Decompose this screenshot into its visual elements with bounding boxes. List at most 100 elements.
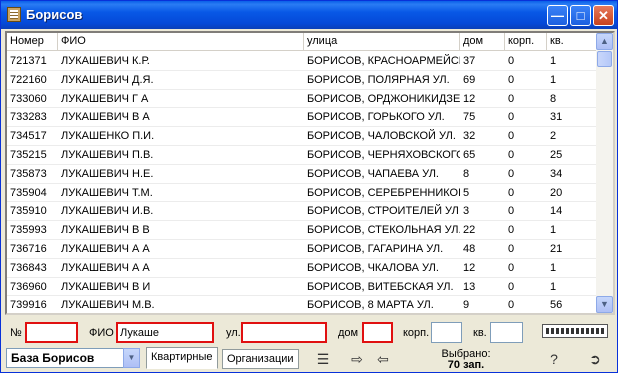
cell-number: 721371 — [10, 55, 47, 67]
cell-kv: 34 — [550, 167, 563, 180]
cell-house: 37 — [463, 55, 476, 67]
vertical-scrollbar[interactable]: ▲ ▼ — [596, 33, 613, 313]
chevron-down-icon[interactable]: ▼ — [123, 348, 140, 368]
number-label: № — [10, 327, 22, 339]
table-row[interactable]: 734517 ЛУКАШЕНКО П.И. БОРИСОВ, ЧАЛОВСКОЙ У… — [7, 127, 597, 146]
scroll-thumb[interactable] — [597, 51, 612, 67]
cell-number: 735993 — [10, 224, 47, 237]
cell-number: 722160 — [10, 73, 47, 86]
column-header-korp[interactable]: корп. — [505, 33, 547, 51]
cell-korp: 0 — [508, 261, 515, 274]
table-row[interactable]: 721371 ЛУКАШЕВИЧ К.Р. БОРИСОВ, КРАСНОАРМЕЙ… — [7, 52, 597, 71]
cell-street: БОРИСОВ, ГАГАРИНА УЛ. — [307, 242, 444, 255]
house-input[interactable] — [362, 322, 393, 343]
korp-label: корп. — [403, 327, 430, 339]
help-icon[interactable]: ? — [546, 351, 562, 367]
database-select-value: База Борисов — [11, 351, 95, 365]
cell-korp: 0 — [508, 73, 515, 86]
bottom-toolbar: База Борисов ▼ Квартирные Организации ☰ … — [1, 346, 618, 373]
street-label: ул. — [226, 327, 241, 339]
main-window: Борисов — □ ✕ Номер ФИО улица дом корп. … — [0, 0, 618, 373]
scroll-up-button[interactable]: ▲ — [596, 33, 613, 50]
street-input[interactable] — [241, 322, 327, 343]
cell-number: 735904 — [10, 186, 47, 199]
cell-house: 48 — [463, 242, 476, 255]
fio-input[interactable] — [116, 322, 214, 343]
cell-house: 5 — [463, 186, 470, 199]
minimize-button[interactable]: — — [547, 5, 568, 26]
close-button[interactable]: ✕ — [593, 5, 614, 26]
column-header-kv[interactable]: кв. — [547, 33, 597, 51]
cell-house: 9 — [463, 299, 470, 312]
cell-number: 735910 — [10, 205, 47, 218]
table-row[interactable]: 736843 ЛУКАШЕВИЧ А А БОРИСОВ, ЧКАЛОВА УЛ. 1… — [7, 259, 597, 278]
column-header-house[interactable]: дом — [460, 33, 505, 51]
cell-number: 739916 — [10, 299, 47, 312]
keyboard-icon[interactable] — [542, 324, 608, 338]
table-row[interactable]: 736960 ЛУКАШЕВИЧ В И БОРИСОВ, ВИТЕБСКАЯ УЛ… — [7, 278, 597, 297]
cell-number: 733283 — [10, 111, 47, 124]
cell-fio: ЛУКАШЕВИЧ А А — [61, 242, 150, 255]
column-header-fio[interactable]: ФИО — [58, 33, 304, 51]
table-row[interactable]: 739916 ЛУКАШЕВИЧ М.В. БОРИСОВ, 8 МАРТА УЛ.… — [7, 296, 597, 313]
cell-fio: ЛУКАШЕВИЧ П.В. — [61, 148, 154, 161]
table-row[interactable]: 735873 ЛУКАШЕВИЧ Н.Е. БОРИСОВ, ЧАПАЕВА УЛ.… — [7, 165, 597, 184]
cell-fio: ЛУКАШЕВИЧ М.В. — [61, 299, 155, 312]
cell-kv: 1 — [550, 73, 557, 86]
cell-number: 734517 — [10, 130, 47, 143]
cell-korp: 0 — [508, 148, 515, 161]
list-icon[interactable]: ☰ — [315, 351, 331, 367]
column-header-street[interactable]: улица — [304, 33, 460, 51]
cell-korp: 0 — [508, 299, 515, 312]
cell-street: БОРИСОВ, ПОЛЯРНАЯ УЛ. — [307, 73, 450, 86]
cell-house: 65 — [463, 148, 476, 161]
chevron-up-icon: ▲ — [600, 36, 609, 46]
cell-korp: 0 — [508, 55, 515, 67]
cell-kv: 1 — [550, 280, 557, 293]
exit-door-icon[interactable]: ➲ — [587, 351, 603, 367]
tab-organizations[interactable]: Организации — [222, 349, 299, 369]
cell-kv: 2 — [550, 130, 557, 143]
cell-street: БОРИСОВ, ВИТЕБСКАЯ УЛ. — [307, 280, 454, 293]
title-bar[interactable]: Борисов — □ ✕ — [1, 1, 617, 29]
cell-number: 735873 — [10, 167, 47, 180]
cell-house: 12 — [463, 261, 476, 274]
cell-number: 733060 — [10, 92, 47, 105]
table-row[interactable]: 733060 ЛУКАШЕВИЧ Г А БОРИСОВ, ОРДЖОНИКИДЗЕ… — [7, 90, 597, 109]
column-header-number[interactable]: Номер — [7, 33, 58, 51]
table-row[interactable]: 735993 ЛУКАШЕВИЧ В В БОРИСОВ, СТЕКОЛЬНАЯ У… — [7, 221, 597, 240]
cell-number: 736960 — [10, 280, 47, 293]
cell-fio: ЛУКАШЕВИЧ Н.Е. — [61, 167, 154, 180]
cell-fio: ЛУКАШЕВИЧ В В — [61, 224, 150, 237]
cell-street: БОРИСОВ, СТЕКОЛЬНАЯ УЛ. — [307, 224, 460, 237]
database-select[interactable]: База Борисов ▼ — [6, 348, 140, 368]
maximize-button[interactable]: □ — [570, 5, 591, 26]
grid-header: Номер ФИО улица дом корп. кв. — [7, 33, 597, 51]
table-row[interactable]: 722160 ЛУКАШЕВИЧ Д.Я. БОРИСОВ, ПОЛЯРНАЯ УЛ… — [7, 71, 597, 90]
table-row[interactable]: 733283 ЛУКАШЕВИЧ В А БОРИСОВ, ГОРЬКОГО УЛ.… — [7, 108, 597, 128]
cell-street: БОРИСОВ, КРАСНОАРМЕЙСК — [307, 55, 460, 67]
export-icon[interactable]: ⇨ — [349, 351, 365, 367]
scroll-down-button[interactable]: ▼ — [596, 296, 613, 313]
fio-label: ФИО — [89, 327, 114, 339]
cell-kv: 1 — [550, 55, 557, 67]
table-row[interactable]: 736716 ЛУКАШЕВИЧ А А БОРИСОВ, ГАГАРИНА УЛ.… — [7, 240, 597, 259]
cell-house: 3 — [463, 205, 470, 218]
import-icon[interactable]: ⇦ — [375, 351, 391, 367]
table-row[interactable]: 735215 ЛУКАШЕВИЧ П.В. БОРИСОВ, ЧЕРНЯХОВСКО… — [7, 146, 597, 165]
cell-street: БОРИСОВ, ОРДЖОНИКИДЗЕ — [307, 92, 460, 105]
grid-rows: 721371 ЛУКАШЕВИЧ К.Р. БОРИСОВ, КРАСНОАРМЕЙ… — [7, 52, 597, 313]
table-row[interactable]: 735904 ЛУКАШЕВИЧ Т.М. БОРИСОВ, СЕРЕБРЕННИК… — [7, 184, 597, 203]
window-title: Борисов — [26, 7, 83, 22]
cell-kv: 1 — [550, 261, 557, 274]
cell-fio: ЛУКАШЕВИЧ Г А — [61, 92, 149, 105]
cell-street: БОРИСОВ, 8 МАРТА УЛ. — [307, 299, 434, 312]
records-grid: Номер ФИО улица дом корп. кв. 721371 ЛУКА… — [5, 31, 615, 315]
cell-fio: ЛУКАШЕВИЧ Д.Я. — [61, 73, 154, 86]
kv-input[interactable] — [490, 322, 523, 343]
table-row[interactable]: 735910 ЛУКАШЕВИЧ И.В. БОРИСОВ, СТРОИТЕЛЕЙ … — [7, 202, 597, 222]
number-input[interactable] — [25, 322, 78, 343]
tab-apartments[interactable]: Квартирные — [146, 347, 218, 369]
korp-input[interactable] — [431, 322, 462, 343]
cell-street: БОРИСОВ, СЕРЕБРЕННИКОВА — [307, 186, 460, 199]
